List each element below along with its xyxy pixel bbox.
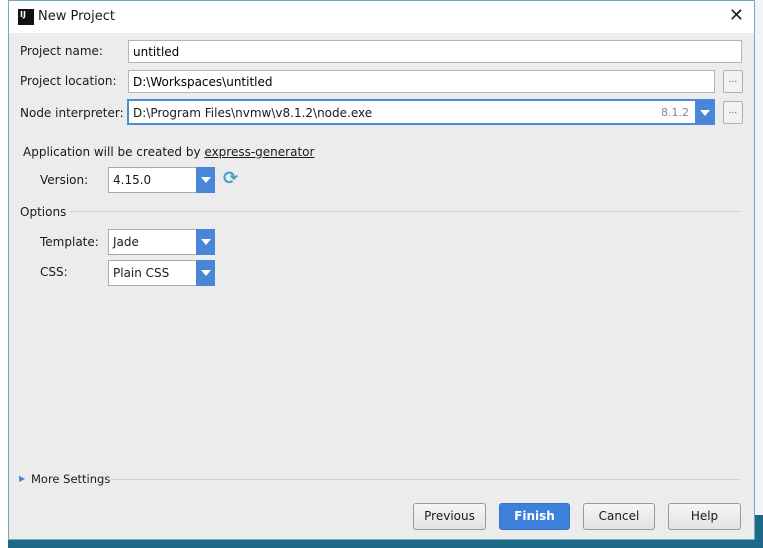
- template-value: Jade: [113, 235, 139, 249]
- project-name-label: Project name:: [20, 44, 103, 58]
- generator-text: Application will be created by express-g…: [23, 145, 314, 159]
- css-combo[interactable]: Plain CSS: [108, 260, 215, 286]
- previous-button[interactable]: Previous: [413, 503, 486, 530]
- options-title: Options: [20, 205, 67, 219]
- browse-interpreter-button[interactable]: ...: [723, 101, 743, 124]
- project-location-input[interactable]: [128, 70, 715, 93]
- template-combo[interactable]: Jade: [108, 229, 215, 255]
- node-interpreter-combo[interactable]: D:\Program Files\nvmw\v8.1.2\node.exe 8.…: [127, 99, 715, 125]
- finish-button[interactable]: Finish: [499, 503, 570, 530]
- project-name-input[interactable]: [128, 40, 742, 63]
- version-value: 4.15.0: [113, 173, 152, 187]
- chevron-down-icon[interactable]: [196, 260, 215, 286]
- dialog-title: New Project: [38, 9, 115, 24]
- cancel-button[interactable]: Cancel: [583, 503, 655, 530]
- chevron-down-icon[interactable]: [695, 100, 714, 124]
- background-app: [0, 0, 8, 548]
- template-label: Template:: [40, 235, 99, 249]
- css-label: CSS:: [40, 265, 68, 279]
- expand-triangle-icon[interactable]: ▶: [19, 474, 25, 483]
- divider: [108, 479, 740, 480]
- intellij-logo-icon: IJ: [18, 9, 34, 25]
- node-interpreter-value: D:\Program Files\nvmw\v8.1.2\node.exe: [133, 106, 373, 120]
- help-button[interactable]: Help: [668, 503, 741, 530]
- divider: [70, 211, 740, 212]
- project-location-label: Project location:: [20, 74, 117, 88]
- browse-location-button[interactable]: ...: [723, 70, 743, 93]
- generator-label: Application will be created by: [23, 145, 201, 159]
- title-bar: IJ New Project ✕: [9, 1, 754, 33]
- chevron-down-icon[interactable]: [196, 167, 215, 193]
- css-value: Plain CSS: [113, 266, 170, 280]
- express-generator-link[interactable]: express-generator: [204, 145, 314, 159]
- more-settings-toggle[interactable]: More Settings: [31, 472, 110, 486]
- node-interpreter-label: Node interpreter:: [20, 106, 124, 120]
- refresh-icon[interactable]: ⟳: [223, 168, 238, 189]
- version-label: Version:: [40, 173, 89, 187]
- close-icon[interactable]: ✕: [729, 5, 744, 26]
- node-version: 8.1.2: [661, 106, 689, 119]
- chevron-down-icon[interactable]: [196, 229, 215, 255]
- version-combo[interactable]: 4.15.0: [108, 167, 215, 193]
- background-app: [754, 0, 763, 515]
